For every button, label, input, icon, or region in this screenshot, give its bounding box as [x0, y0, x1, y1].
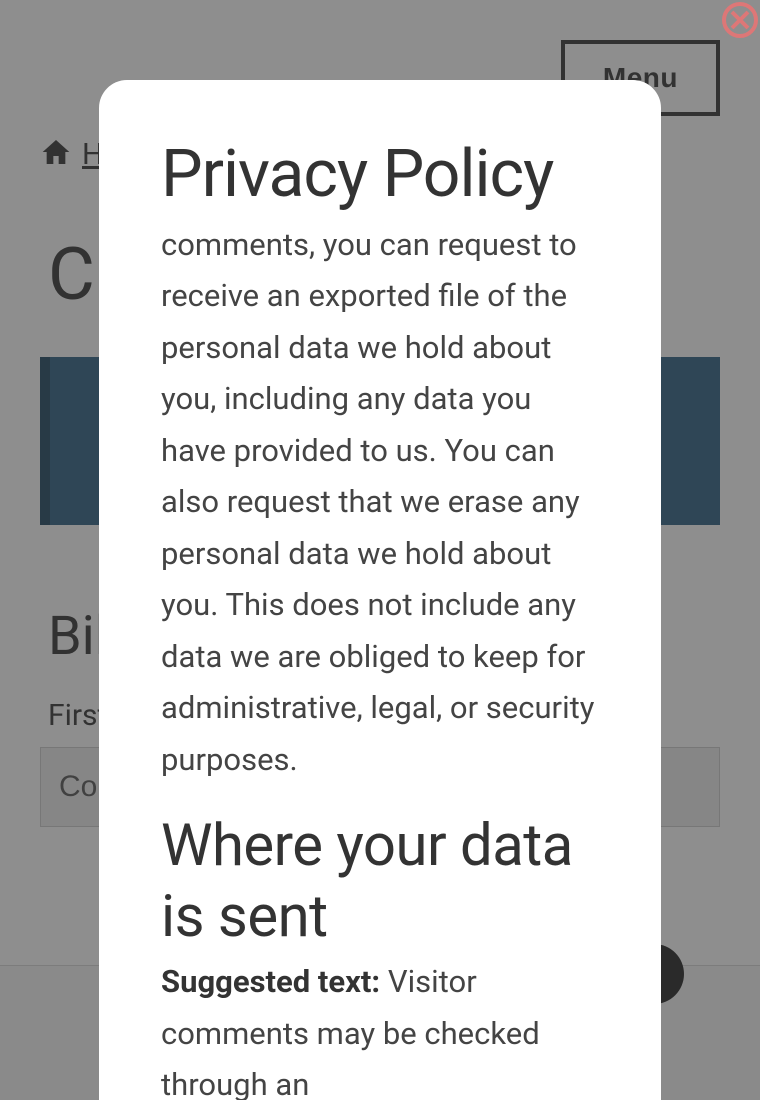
modal-paragraph: comments, you can request to receive an … [161, 219, 601, 785]
modal-suggested-text: Suggested text: Visitor comments may be … [161, 956, 601, 1100]
close-icon[interactable] [722, 2, 758, 38]
suggested-label: Suggested text: [161, 963, 388, 1000]
modal-section-heading: Where your data is sent [161, 811, 601, 953]
privacy-policy-modal: Privacy Policy comments, you can request… [99, 80, 661, 1100]
modal-title: Privacy Policy [161, 136, 601, 213]
